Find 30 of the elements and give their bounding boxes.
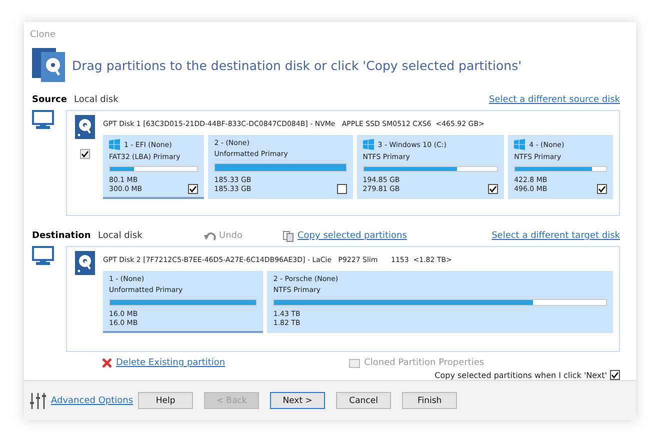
computer-icon bbox=[32, 110, 54, 130]
delete-icon bbox=[102, 358, 112, 368]
section-label: Destination bbox=[32, 231, 92, 241]
disk-type: Local disk bbox=[74, 95, 120, 105]
dialog-button[interactable]: Next > bbox=[270, 392, 326, 409]
sliders-icon bbox=[30, 392, 46, 408]
disk-checkbox[interactable] bbox=[80, 149, 90, 159]
computer-icon bbox=[32, 246, 54, 266]
properties-icon bbox=[349, 358, 360, 368]
undo-icon bbox=[204, 232, 216, 240]
copy-partitions-link[interactable]: Copy selected partitions bbox=[298, 231, 407, 241]
disk-clone-icon bbox=[32, 48, 66, 82]
copy-on-next-label: Copy selected partitions when I click 'Next' bbox=[434, 370, 607, 380]
copy-icon bbox=[282, 230, 294, 242]
select-source-link[interactable]: Select a different source disk bbox=[489, 95, 620, 105]
advanced-options-link[interactable]: Advanced Options bbox=[51, 396, 134, 406]
window-title: Clone bbox=[29, 29, 57, 40]
delete-partition-link[interactable]: Delete Existing partition bbox=[116, 358, 226, 368]
copy-on-next-checkbox[interactable] bbox=[610, 370, 620, 380]
partition-checkbox[interactable] bbox=[597, 184, 607, 194]
dialog-button[interactable]: Help bbox=[138, 392, 194, 409]
partition-checkbox[interactable] bbox=[336, 184, 347, 194]
dialog-button[interactable]: Finish bbox=[402, 392, 458, 409]
disk-type: Local disk bbox=[98, 231, 144, 241]
instruction-heading: Drag partitions to the destination disk or click 'Copy selected partitions' bbox=[72, 58, 522, 72]
section-label: Source bbox=[32, 95, 68, 105]
dialog-button[interactable]: Cancel bbox=[336, 392, 392, 409]
partition-checkbox[interactable] bbox=[488, 184, 498, 194]
partition-checkbox[interactable] bbox=[188, 184, 198, 194]
select-target-link[interactable]: Select a different target disk bbox=[492, 231, 620, 241]
